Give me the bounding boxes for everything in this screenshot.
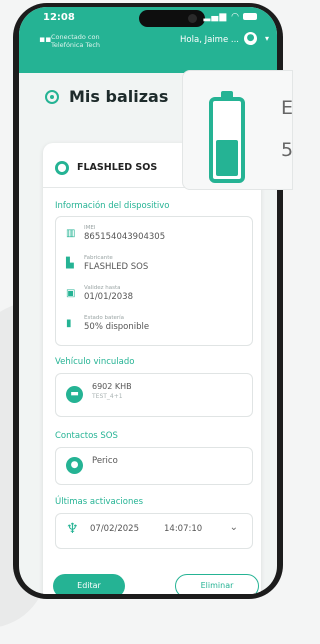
calendar-icon: ▣ <box>66 288 76 299</box>
edit-button[interactable]: Editar <box>53 574 125 594</box>
status-battery-icon <box>243 13 257 20</box>
dynamic-island <box>139 10 205 27</box>
contacts-box[interactable]: ● Perico <box>55 447 253 485</box>
app-header: 12:08 ▂▄▆ ◠ ▪▪ Conectado con Telefónica … <box>19 7 277 73</box>
vehicle-plate: 6902 KHB <box>92 382 132 391</box>
pin-icon: ⬤ <box>55 161 69 175</box>
beacon-card: ⬤ FLASHLED SOS Información del dispositi… <box>43 143 261 594</box>
camera-icon <box>188 14 197 23</box>
user-greeting[interactable]: Hola, Jaime ... <box>180 35 239 45</box>
delete-button[interactable]: Eliminar <box>175 574 259 594</box>
status-time: 12:08 <box>43 12 75 23</box>
activation-date: 07/02/2025 <box>90 524 139 534</box>
device-info-label: Información del dispositivo <box>55 201 170 211</box>
device-info-box: ▥ IMEI 865154043904305 ▙ Fabricante FLAS… <box>55 216 253 346</box>
vehicle-label: Vehículo vinculado <box>55 357 135 367</box>
battery-level-fill <box>216 140 238 176</box>
overlay-text-1: E <box>281 97 294 119</box>
activations-label: Últimas activaciones <box>55 497 143 507</box>
battery-overlay: E 5 <box>182 70 293 190</box>
wifi-icon: ◠ <box>231 12 240 22</box>
brand-line1: Conectado con <box>51 33 100 41</box>
contact-icon: ● <box>66 457 83 474</box>
battery-icon: ▮ <box>66 318 72 329</box>
car-icon: ▬ <box>66 386 83 403</box>
contact-name: Perico <box>92 456 118 466</box>
contacts-label: Contactos SOS <box>55 431 118 441</box>
barcode-icon: ▥ <box>66 228 76 239</box>
vehicle-box[interactable]: ▬ 6902 KHB TEST_4+1 <box>55 373 253 417</box>
status-bar: 12:08 ▂▄▆ ◠ <box>19 7 277 29</box>
overlay-text-2: 5 <box>281 139 294 161</box>
antenna-icon: ♆ <box>66 521 79 537</box>
beacon-icon <box>45 90 59 104</box>
chevron-down-icon[interactable]: ▾ <box>265 34 269 43</box>
brand-line2: Telefónica Tech <box>51 41 101 49</box>
signal-icon: ▂▄▆ <box>203 12 228 22</box>
battery-icon <box>209 91 245 183</box>
user-account-icon[interactable]: ● <box>244 32 257 45</box>
chevron-down-icon[interactable]: ⌄ <box>230 522 238 533</box>
telefonica-logo-icon: ▪▪ <box>39 35 52 45</box>
vehicle-model: TEST_4+1 <box>92 393 123 400</box>
status-icons: ▂▄▆ ◠ <box>203 12 257 22</box>
activations-select[interactable]: ♆ 07/02/2025 14:07:10 ⌄ <box>55 513 253 549</box>
page-title: Mis balizas <box>69 87 169 106</box>
device-name: FLASHLED SOS <box>77 162 158 173</box>
factory-icon: ▙ <box>66 258 74 269</box>
activation-time: 14:07:10 <box>164 524 203 534</box>
